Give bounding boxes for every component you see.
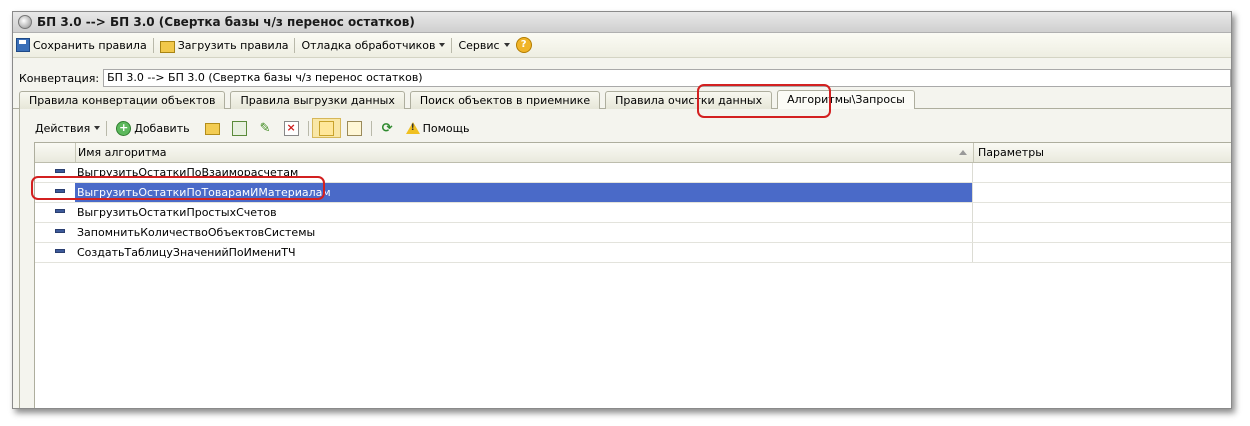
- column-header-name-label: Имя алгоритма: [78, 146, 167, 159]
- row-icon-cell: [35, 243, 75, 262]
- pencil-icon: ✎: [259, 120, 271, 136]
- algorithms-panel: Действия + Добавить ✎ × ⟳ ! Помощь Имя а…: [19, 109, 1231, 408]
- algorithms-table: Имя алгоритма Параметры ВыгрузитьОстатки…: [34, 142, 1231, 408]
- table-row[interactable]: ЗапомнитьКоличествоОбъектовСистемы: [35, 223, 1231, 243]
- chevron-down-icon: [94, 126, 101, 130]
- app-icon: [18, 15, 32, 29]
- actions-label: Действия: [35, 121, 91, 135]
- actions-menu[interactable]: Действия: [32, 118, 103, 138]
- folder-add-icon: [204, 123, 220, 135]
- add-icon: +: [116, 120, 132, 136]
- algorithm-name-cell[interactable]: СоздатьТаблицуЗначенийПоИмениТЧ: [75, 243, 973, 262]
- conversion-label: Конвертация:: [19, 71, 100, 85]
- toolbar-separator: [152, 37, 154, 53]
- algorithm-params-cell[interactable]: [973, 223, 1231, 242]
- edit-button[interactable]: ✎: [253, 118, 278, 138]
- tab-bar: Правила конвертации объектов Правила выг…: [19, 90, 920, 109]
- row-icon-cell: [35, 163, 75, 182]
- chevron-down-icon: [439, 43, 446, 47]
- row-icon-cell: [35, 183, 75, 202]
- title-bar[interactable]: БП 3.0 --> БП 3.0 (Свертка базы ч/з пере…: [13, 12, 1231, 33]
- help-icon: ?: [515, 37, 532, 53]
- load-rules-label: Загрузить правила: [177, 38, 289, 52]
- tab-data-export-rules[interactable]: Правила выгрузки данных: [230, 91, 405, 109]
- actions-toolbar: Действия + Добавить ✎ × ⟳ ! Помощь: [20, 117, 1231, 139]
- algorithm-name-cell[interactable]: ЗапомнитьКоличествоОбъектовСистемы: [75, 223, 973, 242]
- debug-handlers-menu[interactable]: Отладка обработчиков: [298, 34, 448, 56]
- algorithm-row-icon: [55, 209, 65, 213]
- hierarchy-button[interactable]: [341, 118, 368, 138]
- row-icon-cell: [35, 203, 75, 222]
- window-title: БП 3.0 --> БП 3.0 (Свертка базы ч/з пере…: [37, 15, 415, 29]
- algorithm-params-cell[interactable]: [973, 243, 1231, 262]
- sort-ascending-icon: [959, 150, 967, 155]
- table-row[interactable]: СоздатьТаблицуЗначенийПоИмениТЧ: [35, 243, 1231, 263]
- column-header-name[interactable]: Имя алгоритма: [76, 143, 974, 162]
- algorithm-name-cell[interactable]: ВыгрузитьОстаткиПоТоварамИМатериалам: [75, 183, 973, 202]
- save-icon: [16, 38, 30, 52]
- table-row[interactable]: ВыгрузитьОстаткиПростыхСчетов: [35, 203, 1231, 223]
- debug-handlers-label: Отладка обработчиков: [301, 38, 436, 52]
- add-group-button[interactable]: [199, 118, 226, 138]
- tab-object-conversion-rules[interactable]: Правила конвертации объектов: [19, 91, 226, 109]
- algorithm-params-cell[interactable]: [973, 203, 1231, 222]
- column-header-icon: [35, 143, 76, 162]
- folder-open-icon: [159, 41, 175, 53]
- algorithm-row-icon: [55, 169, 65, 173]
- tab-object-search[interactable]: Поиск объектов в приемнике: [409, 91, 601, 109]
- service-label: Сервис: [458, 38, 500, 52]
- add-label: Добавить: [134, 121, 190, 135]
- row-icon-cell: [35, 223, 75, 242]
- delete-icon: ×: [283, 120, 299, 136]
- delete-button[interactable]: ×: [278, 118, 305, 138]
- conversion-row: Конвертация: БП 3.0 --> БП 3.0 (Свертка …: [13, 68, 1231, 88]
- conversion-field[interactable]: БП 3.0 --> БП 3.0 (Свертка базы ч/з пере…: [103, 69, 1231, 87]
- save-rules-label: Сохранить правила: [33, 38, 147, 52]
- table-row[interactable]: ВыгрузитьОстаткиПоВзаиморасчетам: [35, 163, 1231, 183]
- table-header: Имя алгоритма Параметры: [35, 143, 1231, 163]
- assistance-label: Помощь: [422, 121, 470, 135]
- algorithm-name-cell[interactable]: ВыгрузитьОстаткиПростыхСчетов: [75, 203, 973, 222]
- tree-view-icon: [318, 120, 334, 136]
- add-button[interactable]: + Добавить: [110, 118, 192, 138]
- refresh-button[interactable]: ⟳: [375, 118, 400, 138]
- tab-data-cleanup-rules[interactable]: Правила очистки данных: [605, 91, 773, 109]
- app-window: БП 3.0 --> БП 3.0 (Свертка базы ч/з пере…: [12, 11, 1232, 409]
- algorithm-row-icon: [55, 189, 65, 193]
- toolbar-separator: [106, 120, 108, 136]
- table-row-selected[interactable]: ВыгрузитьОстаткиПоТоварамИМатериалам: [35, 183, 1231, 203]
- main-toolbar: Сохранить правила Загрузить правила Отла…: [13, 33, 1231, 58]
- tree-view-toggle[interactable]: [311, 118, 341, 138]
- algorithm-row-icon: [55, 229, 65, 233]
- toolbar-separator: [451, 37, 453, 53]
- help-button[interactable]: ?: [513, 34, 538, 56]
- toolbar-separator: [294, 37, 296, 53]
- algorithm-name-cell[interactable]: ВыгрузитьОстаткиПоВзаиморасчетам: [75, 163, 973, 182]
- column-header-params[interactable]: Параметры: [974, 143, 1231, 162]
- algorithm-params-cell[interactable]: [973, 163, 1231, 182]
- hierarchy-icon: [346, 120, 362, 136]
- save-rules-button[interactable]: Сохранить правила: [13, 34, 150, 56]
- tab-algorithms-queries[interactable]: Алгоритмы\Запросы: [777, 90, 915, 109]
- refresh-icon: ⟳: [381, 120, 393, 136]
- assistance-button[interactable]: Помощь: [400, 118, 473, 138]
- algorithm-row-icon: [55, 249, 65, 253]
- load-rules-button[interactable]: Загрузить правила: [157, 34, 292, 56]
- algorithm-params-cell[interactable]: [973, 183, 1231, 202]
- toolbar-separator: [370, 120, 372, 136]
- chevron-down-icon: [503, 43, 510, 47]
- warning-icon: [405, 122, 420, 134]
- service-menu[interactable]: Сервис: [455, 34, 512, 56]
- copy-icon: [231, 120, 247, 136]
- copy-button[interactable]: [226, 118, 253, 138]
- toolbar-separator: [307, 120, 309, 136]
